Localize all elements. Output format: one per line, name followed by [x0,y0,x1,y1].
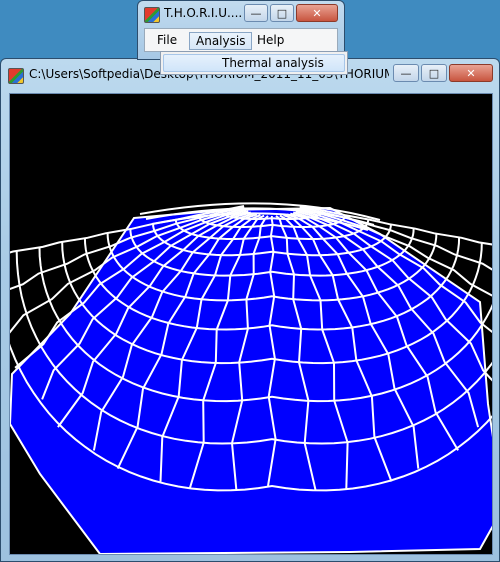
viewer-close-button[interactable]: ✕ [449,64,493,82]
viewer-window: C:\Users\Softpedia\Desktop\THORIUM_2011_… [0,58,500,562]
menu-analysis[interactable]: Analysis [189,32,253,50]
main-close-button[interactable]: ✕ [296,4,338,22]
menu-item-thermal-analysis[interactable]: Thermal analysis [163,54,345,72]
app-icon [8,68,24,84]
analysis-dropdown: Thermal analysis [160,51,348,75]
3d-viewport[interactable] [9,93,493,555]
mesh-silhouette [10,206,492,554]
menu-bar: File Analysis Help [144,28,338,52]
main-minimize-button[interactable]: — [244,4,268,22]
main-window-title: T.H.O.R.I.U.... [164,6,243,20]
viewer-minimize-button[interactable]: — [393,64,419,82]
main-maximize-button[interactable]: □ [270,4,294,22]
mesh-render [10,202,492,554]
menu-file[interactable]: File [151,32,183,50]
menu-help[interactable]: Help [251,32,290,50]
viewer-maximize-button[interactable]: □ [421,64,447,82]
app-icon [144,7,160,23]
